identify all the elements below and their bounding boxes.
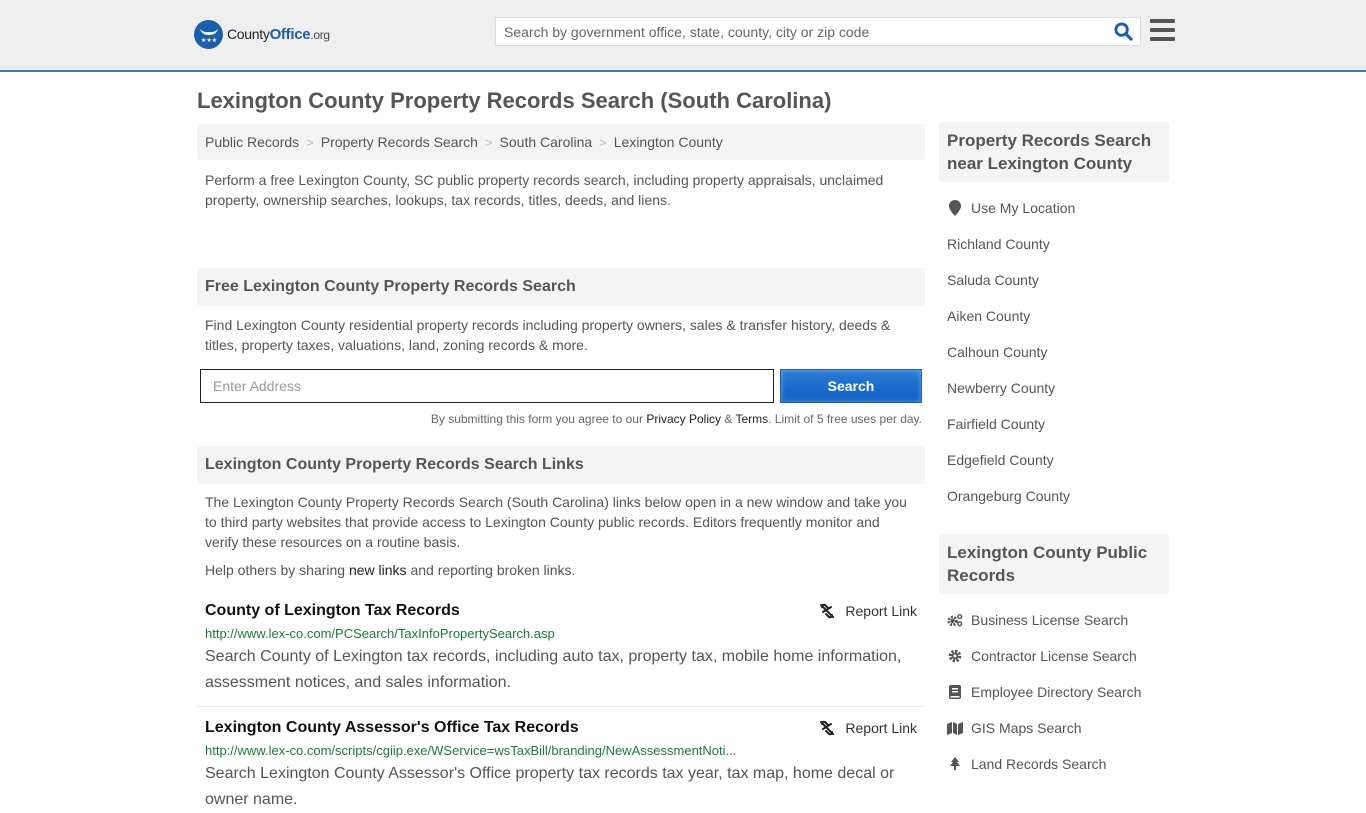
record-description: Search Lexington County Assessor's Offic… <box>205 765 895 808</box>
broken-link-icon <box>820 720 835 736</box>
logo-text: CountyOffice.org <box>227 26 330 43</box>
links-section-description: The Lexington County Property Records Se… <box>205 494 907 550</box>
nearby-county-link[interactable]: Orangeburg County <box>947 488 1070 504</box>
breadcrumb-lexington-county[interactable]: Lexington County <box>614 134 723 150</box>
public-record-link[interactable]: Land Records Search <box>971 756 1106 772</box>
nearby-county-link[interactable]: Edgefield County <box>947 452 1054 468</box>
nearby-county-link[interactable]: Richland County <box>947 236 1050 252</box>
public-records-list: Business License Search Contractor Licen… <box>939 594 1169 782</box>
page-title: Lexington County Property Records Search… <box>197 88 832 113</box>
help-suffix: and reporting broken links. <box>406 562 576 578</box>
public-record-item: Contractor License Search <box>947 638 1161 674</box>
broken-link-icon <box>820 603 835 619</box>
nearby-county-item: Richland County <box>947 226 1161 262</box>
nearby-county-item: Edgefield County <box>947 442 1161 478</box>
help-text: Help others by sharing new links and rep… <box>197 552 925 578</box>
site-logo[interactable]: ★★★ CountyOffice.org <box>194 20 330 49</box>
address-search-button[interactable]: Search <box>780 369 922 403</box>
breadcrumb-public-records[interactable]: Public Records <box>205 134 299 150</box>
nearby-list: Use My Location Richland County Saluda C… <box>939 182 1169 514</box>
search-icon[interactable] <box>1106 18 1140 45</box>
site-search-bar <box>495 17 1141 46</box>
cogs-icon <box>947 613 963 627</box>
public-record-link[interactable]: Employee Directory Search <box>971 684 1141 700</box>
intro-text: Perform a free Lexington County, SC publ… <box>205 172 884 208</box>
links-section-heading: Lexington County Property Records Search… <box>197 446 925 484</box>
form-disclaimer: By submitting this form you agree to our… <box>197 403 925 426</box>
map-icon <box>947 721 963 735</box>
public-record-link[interactable]: Business License Search <box>971 612 1128 628</box>
map-marker-icon <box>947 200 963 216</box>
address-input[interactable] <box>200 369 774 403</box>
disclaimer-suffix: . Limit of 5 free uses per day. <box>768 412 922 426</box>
report-link-button[interactable]: Report Link <box>819 720 917 736</box>
nearby-county-link[interactable]: Calhoun County <box>947 344 1047 360</box>
record-url: http://www.lex-co.com/PCSearch/TaxInfoPr… <box>205 626 555 641</box>
use-my-location-link[interactable]: Use My Location <box>971 200 1075 216</box>
privacy-policy-link[interactable]: Privacy Policy <box>646 412 721 426</box>
nearby-heading: Property Records Search near Lexington C… <box>939 122 1169 182</box>
hamburger-menu-icon[interactable] <box>1150 19 1175 41</box>
disclaimer-amp: & <box>721 412 736 426</box>
record-url: http://www.lex-co.com/scripts/cgiip.exe/… <box>205 743 737 758</box>
public-records-heading: Lexington County Public Records <box>939 534 1169 594</box>
record-item: Lexington County Assessor's Office Tax R… <box>197 707 925 813</box>
public-record-item: Land Records Search <box>947 746 1161 782</box>
public-record-item: Employee Directory Search <box>947 674 1161 710</box>
svg-text:★★★: ★★★ <box>201 37 217 44</box>
record-description: Search County of Lexington tax records, … <box>205 648 902 691</box>
public-record-item: GIS Maps Search <box>947 710 1161 746</box>
breadcrumb-south-carolina[interactable]: South Carolina <box>500 134 593 150</box>
eagle-logo-icon: ★★★ <box>194 20 223 49</box>
nearby-county-link[interactable]: Newberry County <box>947 380 1055 396</box>
nearby-county-item: Orangeburg County <box>947 478 1161 514</box>
nearby-county-link[interactable]: Fairfield County <box>947 416 1045 432</box>
tree-icon <box>947 757 963 771</box>
sidebar: Property Records Search near Lexington C… <box>939 122 1169 782</box>
breadcrumb-separator: > <box>484 134 493 150</box>
disclaimer-prefix: By submitting this form you agree to our <box>430 412 647 426</box>
address-search-form: Search <box>197 369 925 403</box>
free-search-description: Find Lexington County residential proper… <box>205 317 891 353</box>
terms-link[interactable]: Terms <box>735 412 768 426</box>
site-header: ★★★ CountyOffice.org <box>0 0 1366 72</box>
breadcrumb-property-records-search[interactable]: Property Records Search <box>321 134 478 150</box>
breadcrumb: Public Records > Property Records Search… <box>197 124 925 160</box>
site-search-input[interactable] <box>496 18 1106 45</box>
main-content: Public Records > Property Records Search… <box>197 124 925 813</box>
help-prefix: Help others by sharing <box>205 562 349 578</box>
gear-icon <box>947 649 963 663</box>
public-record-link[interactable]: Contractor License Search <box>971 648 1137 664</box>
public-record-link[interactable]: GIS Maps Search <box>971 720 1082 736</box>
record-title-link[interactable]: Lexington County Assessor's Office Tax R… <box>205 719 579 737</box>
record-title-link[interactable]: County of Lexington Tax Records <box>205 602 460 620</box>
report-link-label: Report Link <box>845 603 917 619</box>
report-link-label: Report Link <box>845 720 917 736</box>
report-link-button[interactable]: Report Link <box>819 603 917 619</box>
nearby-county-link[interactable]: Saluda County <box>947 272 1039 288</box>
nearby-county-item: Calhoun County <box>947 334 1161 370</box>
breadcrumb-separator: > <box>306 134 314 150</box>
nearby-county-link[interactable]: Aiken County <box>947 308 1030 324</box>
nearby-county-item: Aiken County <box>947 298 1161 334</box>
new-links-link[interactable]: new links <box>349 562 407 578</box>
nearby-county-item: Fairfield County <box>947 406 1161 442</box>
record-item: County of Lexington Tax Records Report L… <box>197 598 925 707</box>
nearby-county-item: Saluda County <box>947 262 1161 298</box>
nearby-county-item: Newberry County <box>947 370 1161 406</box>
free-search-heading: Free Lexington County Property Records S… <box>197 268 925 306</box>
public-record-item: Business License Search <box>947 602 1161 638</box>
use-location-item: Use My Location <box>947 190 1161 226</box>
breadcrumb-separator: > <box>599 134 607 150</box>
book-icon <box>947 685 963 699</box>
